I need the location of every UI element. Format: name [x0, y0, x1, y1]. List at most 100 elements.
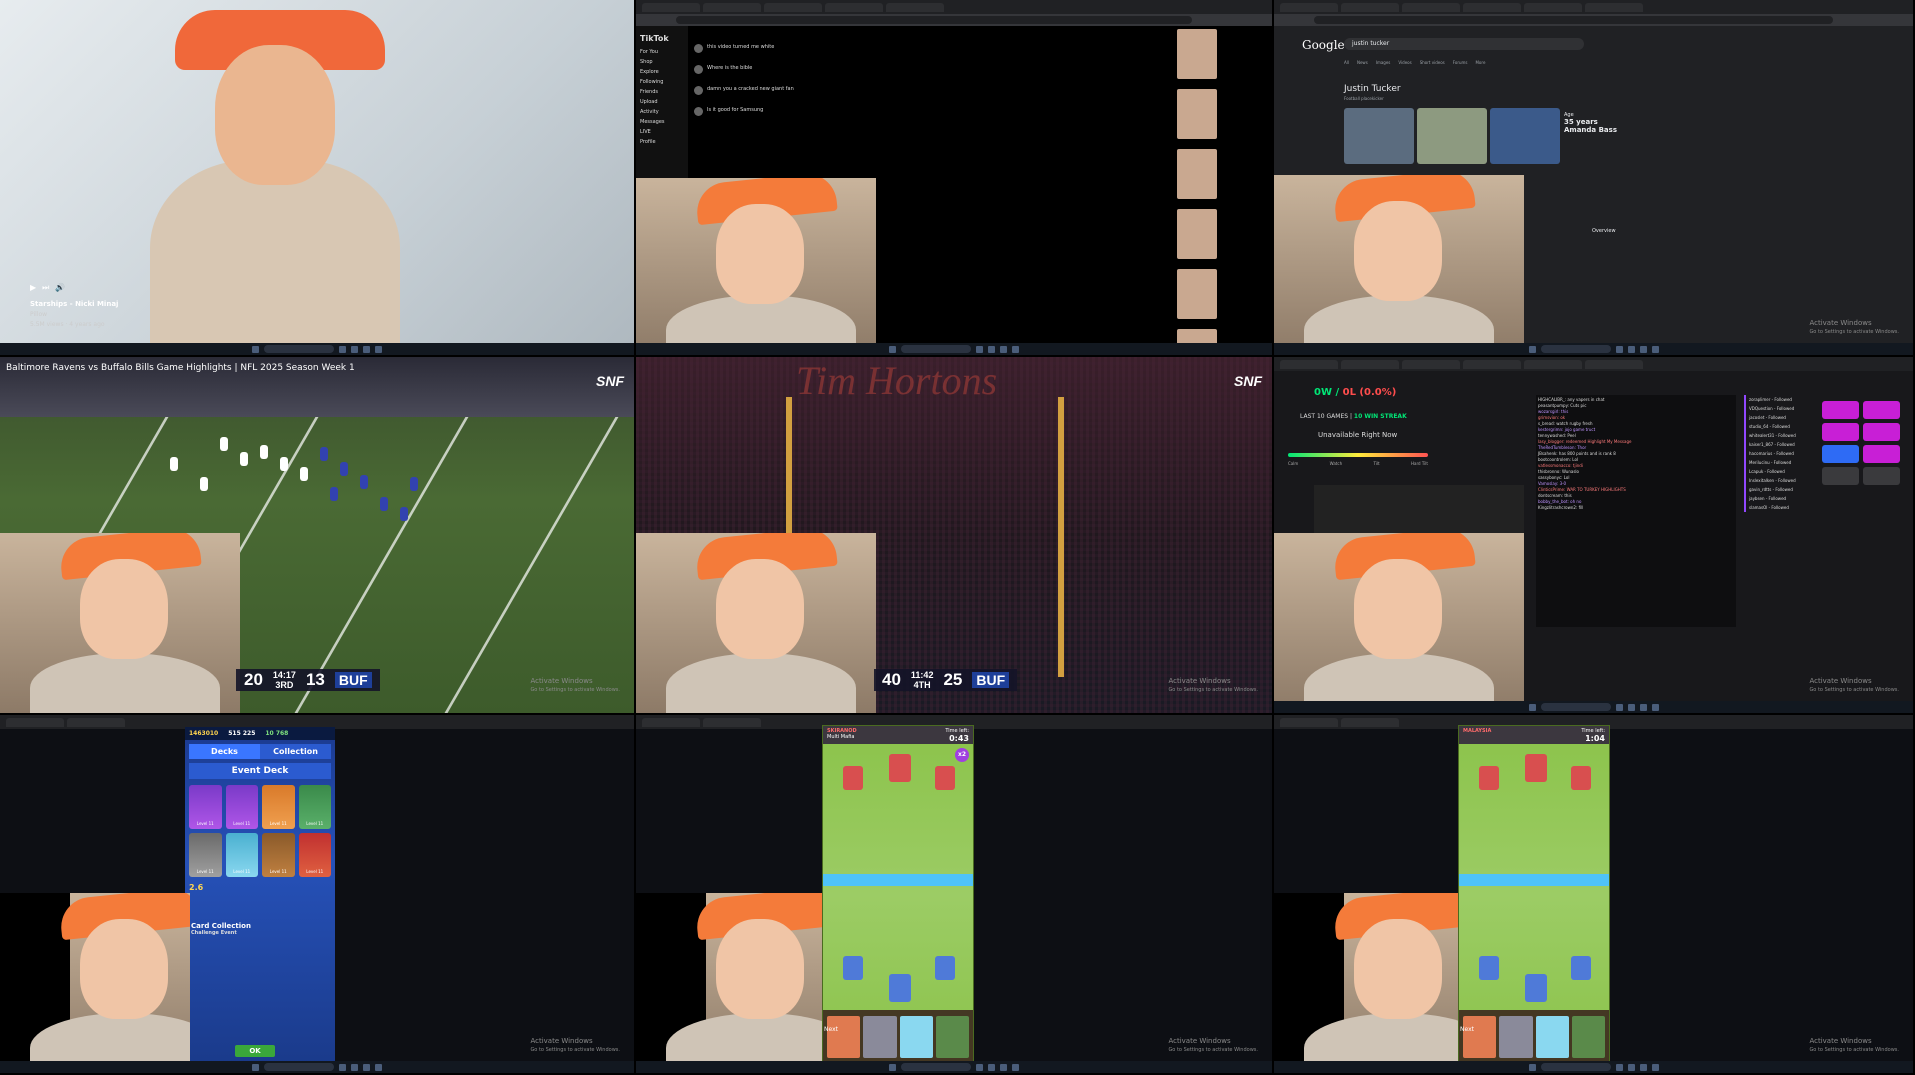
browser-tabs[interactable] [636, 0, 1272, 14]
search-input[interactable]: justin tucker [1344, 38, 1584, 50]
tab-forums[interactable]: Forums [1453, 60, 1468, 65]
avatar[interactable] [694, 86, 703, 95]
tab-videos[interactable]: Videos [1398, 60, 1411, 65]
taskbar[interactable] [0, 343, 634, 355]
raid-icon[interactable] [1822, 423, 1859, 441]
avatar[interactable] [694, 107, 703, 116]
taskbar[interactable] [636, 343, 1272, 355]
gem-count: 515 225 [228, 730, 256, 737]
clash-deck-tile[interactable]: 1463010 515 225 10 768 Decks Collection … [0, 715, 636, 1075]
image-strip[interactable] [1344, 108, 1560, 164]
taskbar[interactable] [1274, 1061, 1913, 1073]
activate-windows-watermark: Activate Windows Go to Settings to activa… [530, 1037, 620, 1053]
tab-short-videos[interactable]: Short videos [1420, 60, 1445, 65]
card-slot[interactable]: Level 11 [225, 833, 258, 877]
football-tile-1[interactable]: Baltimore Ravens vs Buffalo Bills Game H… [0, 357, 636, 715]
card-slot[interactable]: Level 11 [189, 785, 222, 829]
card-slot[interactable]: Level 11 [262, 833, 295, 877]
card-slot[interactable]: Level 11 [298, 833, 331, 877]
hand-card[interactable] [1535, 1016, 1569, 1058]
activity-feed: zoraplimer - Followed VDQuestion - Follow… [1744, 395, 1816, 627]
stream-dashboard-tile[interactable]: 0W / 0L (0.0%) LAST 10 GAMES | 10 WIN ST… [1274, 357, 1915, 715]
taskbar[interactable] [1274, 343, 1913, 355]
nav-activity[interactable]: Activity [640, 109, 684, 115]
battle-arena[interactable]: SKIRANOD Multi Mafia Time left: 0:43 x2 [822, 725, 974, 1065]
football-tile-2[interactable]: Tim Hortons SNF 40 11:42 4TH 25 BUF Activ… [636, 357, 1274, 715]
browser-tabs[interactable] [1274, 357, 1913, 371]
hand-card[interactable] [863, 1016, 897, 1058]
hand-card[interactable] [935, 1016, 969, 1058]
webcam-overlay [1274, 175, 1524, 355]
comment-item: Where is the bible [694, 65, 894, 74]
star-icon[interactable] [1863, 423, 1900, 441]
battle-arena[interactable]: MALAYSIA Time left: 1:04 [1458, 725, 1610, 1065]
taskbar[interactable] [1274, 701, 1913, 713]
webcam-overlay [636, 533, 876, 713]
avatar[interactable] [694, 44, 703, 53]
address-bar[interactable] [636, 14, 1272, 26]
tab-images[interactable]: Images [1376, 60, 1391, 65]
tab-collection[interactable]: Collection [260, 744, 331, 759]
event-deck-title[interactable]: Event Deck [189, 763, 331, 779]
ok-button[interactable]: OK [235, 1045, 275, 1057]
hand-card[interactable] [899, 1016, 933, 1058]
player-controls[interactable]: ▶ ⏭ 🔊 [30, 283, 65, 293]
edit-icon[interactable] [1822, 401, 1859, 419]
tab-news[interactable]: News [1357, 60, 1368, 65]
nav-profile[interactable]: Profile [640, 139, 684, 145]
avatar[interactable] [694, 65, 703, 74]
add-user-icon[interactable] [1822, 445, 1859, 463]
nav-friends[interactable]: Friends [640, 89, 684, 95]
webcam-overlay [1274, 533, 1524, 713]
search-tabs: All News Images Videos Short videos Foru… [1344, 60, 1485, 65]
nav-explore[interactable]: Explore [640, 69, 684, 75]
taskbar[interactable] [0, 1061, 634, 1073]
activate-windows-watermark: Activate Windows Go to Settings to activa… [1809, 319, 1899, 335]
clash-battle-tile-1[interactable]: SKIRANOD Multi Mafia Time left: 0:43 x2 N… [636, 715, 1274, 1075]
card-slot[interactable]: Level 11 [298, 785, 331, 829]
clash-deck-screen[interactable]: 1463010 515 225 10 768 Decks Collection … [185, 727, 335, 1067]
hand-card[interactable] [1499, 1016, 1533, 1058]
card-slot[interactable]: Level 11 [225, 785, 258, 829]
stream-chat[interactable]: HIGHCALIBR_: any vapers in chat peasantpu… [1536, 395, 1736, 627]
volume-icon[interactable]: 🔊 [55, 283, 65, 293]
clip-icon[interactable] [1863, 401, 1900, 419]
nav-live[interactable]: LIVE [640, 129, 684, 135]
channel-name[interactable]: Pillow [30, 311, 118, 318]
nav-messages[interactable]: Messages [640, 119, 684, 125]
card-slot[interactable]: Level 11 [189, 833, 222, 877]
tab-more[interactable]: More [1475, 60, 1485, 65]
tiktok-logo[interactable]: TikTok [640, 34, 684, 43]
settings-icon[interactable] [1863, 467, 1900, 485]
tab-decks[interactable]: Decks [189, 744, 260, 759]
video-thumbnails[interactable] [1174, 26, 1264, 355]
hand-card[interactable] [1463, 1016, 1497, 1058]
music-video-tile[interactable]: ▶ ⏭ 🔊 Starships - Nicki Minaj Pillow 5.5… [0, 0, 636, 357]
card-slot[interactable]: Level 11 [262, 785, 295, 829]
knowledge-panel-title: Justin Tucker [1344, 84, 1401, 94]
card-collection-banner[interactable]: Card Collection Challenge Event [191, 922, 329, 936]
activate-windows-watermark: Activate Windows Go to Settings to activa… [1809, 677, 1899, 693]
google-search-tile[interactable]: Google justin tucker All News Images Vid… [1274, 0, 1915, 357]
nav-upload[interactable]: Upload [640, 99, 684, 105]
nav-shop[interactable]: Shop [640, 59, 684, 65]
unavailable-status: Unavailable Right Now [1318, 431, 1398, 439]
google-logo[interactable]: Google [1302, 38, 1345, 52]
nav-following[interactable]: Following [640, 79, 684, 85]
song-title[interactable]: Starships - Nicki Minaj [30, 300, 118, 308]
river [823, 874, 973, 886]
ad-icon[interactable] [1822, 467, 1859, 485]
hand-card[interactable] [827, 1016, 861, 1058]
clash-battle-tile-2[interactable]: MALAYSIA Time left: 1:04 Next Activate Wi… [1274, 715, 1915, 1075]
tiktok-tile[interactable]: TikTok For You Shop Explore Following Fr… [636, 0, 1274, 357]
browser-tabs[interactable] [1274, 0, 1913, 14]
play-icon[interactable]: ▶ [30, 283, 36, 293]
taskbar[interactable] [636, 1061, 1272, 1073]
hype-icon[interactable] [1863, 445, 1900, 463]
address-bar[interactable] [1274, 14, 1913, 26]
tab-all[interactable]: All [1344, 60, 1349, 65]
skip-icon[interactable]: ⏭ [42, 283, 49, 293]
nav-for-you[interactable]: For You [640, 49, 684, 55]
hand-card[interactable] [1571, 1016, 1605, 1058]
age-card[interactable]: Age 35 years Amanda Bass [1564, 112, 1617, 134]
